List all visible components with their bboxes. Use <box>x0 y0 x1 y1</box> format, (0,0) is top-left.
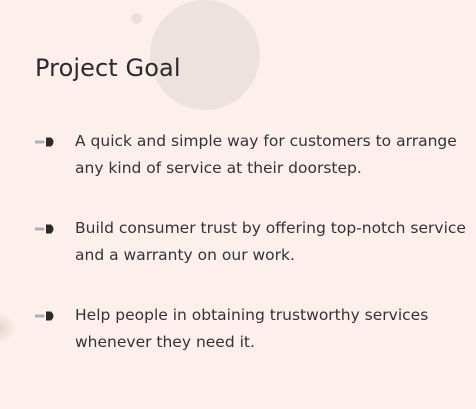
decorative-glow <box>0 314 14 342</box>
goal-text: Build consumer trust by offering top-not… <box>75 219 466 264</box>
goal-text: Help people in obtaining trustworthy ser… <box>75 306 429 351</box>
decorative-dot <box>131 13 142 24</box>
arrow-bullet-icon <box>34 133 57 147</box>
arrow-bullet-icon <box>34 220 57 234</box>
arrow-bullet-icon <box>34 307 57 321</box>
goal-text: A quick and simple way for customers to … <box>75 132 457 177</box>
section-title: Project Goal <box>35 54 181 82</box>
